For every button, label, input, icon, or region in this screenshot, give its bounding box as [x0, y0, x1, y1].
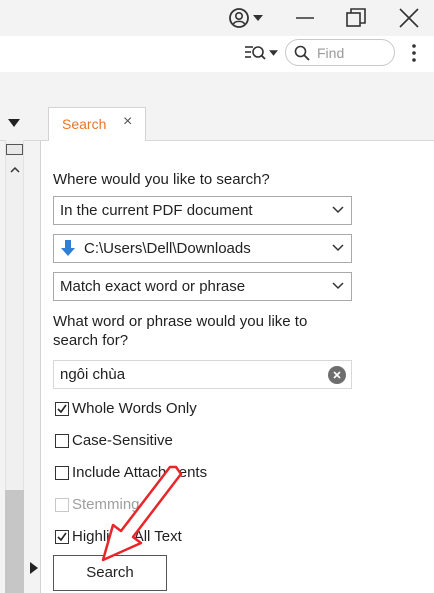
location-select[interactable]: C:\Users\Dell\Downloads [53, 234, 352, 263]
highlight-all-label: Highlight All Text [72, 528, 182, 545]
account-icon [228, 8, 249, 28]
scope-select[interactable]: In the current PDF document [53, 196, 352, 225]
scrollbar-thumb[interactable] [5, 490, 24, 593]
query-value: ngôi chùa [60, 366, 126, 383]
search-phrase-input[interactable]: ngôi chùa [53, 360, 352, 389]
search-button[interactable]: Search [53, 555, 167, 591]
chevron-down-icon [332, 244, 344, 252]
restore-icon [346, 8, 366, 27]
where-label: Where would you like to search? [53, 171, 270, 188]
more-icon [412, 44, 416, 62]
collapse-arrow-icon [8, 119, 20, 127]
expand-arrow-icon [30, 562, 38, 574]
clear-icon [333, 371, 341, 379]
highlight-all-checkbox[interactable] [55, 530, 69, 544]
expand-panel-button[interactable] [30, 561, 38, 579]
whole-words-checkbox[interactable] [55, 402, 69, 416]
chevron-up-icon [10, 166, 20, 173]
find-input[interactable]: Find [285, 39, 395, 66]
checkmark-icon [57, 532, 67, 542]
scope-value: In the current PDF document [60, 202, 253, 219]
include-attachments-checkbox[interactable] [55, 466, 69, 480]
case-sensitive-checkbox[interactable] [55, 434, 69, 448]
minimize-icon [296, 17, 314, 19]
scroll-up-button[interactable] [10, 160, 20, 178]
chevron-down-icon [332, 282, 344, 290]
chevron-down-icon [269, 50, 278, 56]
scroll-handle-top[interactable] [6, 144, 23, 155]
find-placeholder: Find [317, 45, 345, 61]
case-sensitive-label: Case-Sensitive [72, 432, 173, 449]
chevron-down-icon [252, 15, 263, 21]
minimize-button[interactable] [290, 7, 320, 29]
clear-button[interactable] [328, 366, 346, 384]
stemming-checkbox [55, 498, 69, 512]
account-menu-button[interactable] [225, 7, 265, 29]
tab-search[interactable]: Search × [48, 107, 146, 141]
checkmark-icon [57, 404, 67, 414]
include-attachments-label: Include Attachments [72, 464, 208, 481]
match-select[interactable]: Match exact word or phrase [53, 272, 352, 301]
location-value: C:\Users\Dell\Downloads [84, 240, 251, 257]
whole-words-label: Whole Words Only [72, 400, 197, 417]
phrase-label-line2: search for? [53, 332, 129, 349]
restore-button[interactable] [341, 6, 371, 30]
folder-down-arrow-icon [61, 240, 75, 256]
collapse-panel-button[interactable] [8, 114, 22, 127]
search-icon [294, 45, 310, 61]
chevron-down-icon [332, 206, 344, 214]
close-icon [399, 8, 419, 28]
phrase-label-line1: What word or phrase would you like to [53, 313, 308, 330]
stemming-label: Stemming [72, 496, 140, 513]
close-window-button[interactable] [394, 6, 424, 30]
search-tools-button[interactable] [242, 42, 280, 64]
tab-label: Search [62, 116, 107, 132]
search-tools-icon [245, 46, 266, 60]
tab-close-icon[interactable]: × [123, 113, 132, 131]
match-value: Match exact word or phrase [60, 278, 246, 295]
more-options-button[interactable] [406, 42, 422, 64]
